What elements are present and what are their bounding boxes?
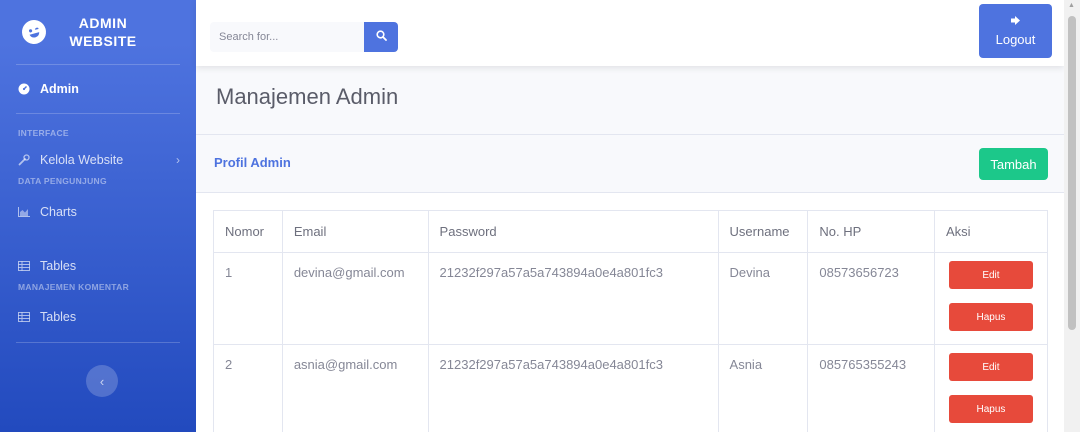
table-row: 2 asnia@gmail.com 21232f297a57a5a743894a… (213, 344, 1049, 432)
table-header-row: Nomor Email Password Username No. HP Aks… (213, 210, 1049, 253)
search-input[interactable] (210, 22, 364, 52)
delete-button[interactable]: Hapus (948, 303, 1033, 331)
search-button[interactable] (364, 22, 398, 52)
sidebar-heading-pengunjung: DATA PENGUNJUNG (18, 176, 107, 186)
search-icon (375, 28, 387, 46)
cell-password: 21232f297a57a5a743894a0e4a801fc3 (427, 344, 719, 432)
table-icon (18, 312, 34, 322)
sidebar: ADMIN WEBSITE Admin INTERFACE Kelola Web… (0, 0, 196, 432)
sidebar-divider (16, 342, 180, 343)
scrollbar-thumb[interactable] (1068, 16, 1076, 330)
sidebar-item-label: Charts (40, 205, 77, 219)
sidebar-item-label: Kelola Website (40, 153, 124, 167)
sidebar-item-tables-komentar[interactable]: Tables (0, 292, 196, 342)
cell-password: 21232f297a57a5a743894a0e4a801fc3 (427, 252, 719, 345)
chart-area-icon (18, 207, 34, 217)
sidebar-item-label: Tables (40, 259, 77, 273)
chevron-right-icon: › (176, 153, 180, 167)
sidebar-heading-komentar: MANAJEMEN KOMENTAR (18, 282, 130, 292)
brand-line2: WEBSITE (69, 33, 137, 49)
sidebar-heading-interface: INTERFACE (18, 128, 69, 138)
table-icon (18, 261, 34, 271)
sign-out-icon (1010, 15, 1021, 28)
card-title: Profil Admin (214, 155, 291, 170)
logout-label: Logout (995, 31, 1036, 47)
edit-button[interactable]: Edit (948, 261, 1033, 289)
admin-profile-card: Profil Admin Tambah Nomor Email Password… (196, 134, 1064, 432)
cell-username: Devina (717, 252, 809, 345)
brand-link[interactable]: ADMIN WEBSITE (0, 0, 196, 64)
chevron-left-icon: ‹ (99, 373, 105, 389)
brand-line1: ADMIN (78, 15, 128, 31)
cell-aksi: Edit Hapus (933, 252, 1049, 345)
cell-phone: 08573656723 (807, 252, 935, 345)
cell-email: devina@gmail.com (281, 252, 429, 345)
search-form (210, 22, 398, 52)
laugh-wink-icon (19, 17, 49, 47)
cell-nomor: 2 (213, 344, 283, 432)
sidebar-item-label: Admin (40, 82, 79, 96)
scroll-up-arrow-icon[interactable]: ▲ (1068, 2, 1075, 9)
column-header-username: Username (717, 210, 809, 253)
cell-email: asnia@gmail.com (281, 344, 429, 432)
page-title: Manajemen Admin (216, 84, 399, 109)
column-header-no-hp: No. HP (807, 210, 935, 253)
topbar: Logout (196, 0, 1064, 66)
delete-button[interactable]: Hapus (948, 395, 1033, 423)
edit-button[interactable]: Edit (948, 353, 1033, 381)
cell-phone: 085765355243 (807, 344, 935, 432)
sidebar-item-admin[interactable]: Admin (0, 65, 196, 113)
card-header: Profil Admin Tambah (196, 135, 1064, 193)
sidebar-item-label: Tables (40, 310, 77, 324)
column-header-nomor: Nomor (213, 210, 283, 253)
wrench-icon (18, 154, 34, 166)
logout-button[interactable]: Logout (979, 4, 1052, 58)
sidebar-divider (16, 113, 180, 114)
column-header-email: Email (281, 210, 429, 253)
column-header-aksi: Aksi (933, 210, 1049, 253)
sidebar-toggle-button[interactable]: ‹ (86, 365, 118, 397)
brand-name: ADMIN WEBSITE (58, 14, 148, 50)
admin-table: Nomor Email Password Username No. HP Aks… (213, 210, 1049, 432)
table-row: 1 devina@gmail.com 21232f297a57a5a743894… (213, 252, 1049, 345)
cell-nomor: 1 (213, 252, 283, 345)
sidebar-item-charts[interactable]: Charts (0, 186, 196, 238)
cell-aksi: Edit Hapus (933, 344, 1049, 432)
cell-username: Asnia (717, 344, 809, 432)
add-admin-button[interactable]: Tambah (979, 148, 1048, 180)
column-header-password: Password (427, 210, 719, 253)
page-scrollbar[interactable]: ▲ (1064, 0, 1080, 432)
tachometer-icon (18, 83, 34, 95)
